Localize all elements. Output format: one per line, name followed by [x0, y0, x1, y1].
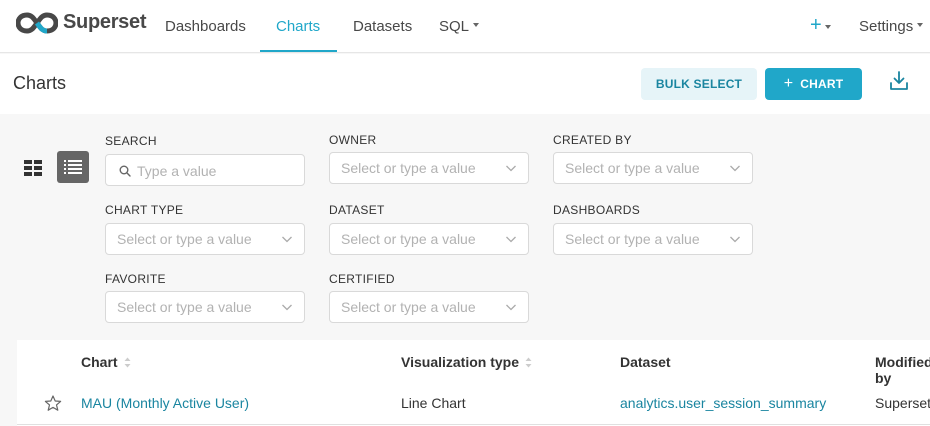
search-input[interactable]: Type a value — [105, 154, 305, 186]
bulk-select-button[interactable]: BULK SELECT — [641, 68, 757, 100]
column-header-chart[interactable]: Chart — [81, 354, 131, 370]
chevron-down-icon — [506, 165, 516, 172]
chevron-down-icon — [917, 23, 924, 28]
certified-select[interactable]: Select or type a value — [329, 291, 529, 323]
active-tab-indicator — [260, 50, 337, 52]
chevron-down-icon — [282, 304, 292, 311]
column-header-viz-type-label: Visualization type — [401, 354, 519, 370]
filter-label-dashboards: DASHBOARDS — [553, 203, 641, 217]
settings-menu[interactable]: Settings — [859, 18, 924, 35]
column-header-modified-by: Modified by — [875, 354, 930, 386]
search-icon — [119, 165, 131, 177]
filter-label-chart-type: CHART TYPE — [105, 203, 184, 217]
dashboards-placeholder: Select or type a value — [565, 231, 700, 247]
chevron-down-icon — [282, 236, 292, 243]
filter-label-created-by: CREATED BY — [553, 133, 632, 147]
chevron-down-icon — [473, 23, 480, 28]
column-header-viz-type[interactable]: Visualization type — [401, 354, 532, 370]
sort-icon — [525, 357, 532, 368]
nav-dashboards[interactable]: Dashboards — [165, 18, 246, 35]
chart-type-select[interactable]: Select or type a value — [105, 223, 305, 255]
certified-placeholder: Select or type a value — [341, 299, 476, 315]
table-row: MAU (Monthly Active User) Line Chart ana… — [17, 385, 930, 425]
filter-label-owner: OWNER — [329, 133, 377, 147]
created-by-select[interactable]: Select or type a value — [553, 152, 753, 184]
modified-by-cell: Superset — [875, 395, 930, 411]
search-placeholder: Type a value — [137, 163, 217, 179]
created-by-placeholder: Select or type a value — [565, 160, 700, 176]
nav-sql-label: SQL — [439, 18, 470, 35]
page-title: Charts — [13, 73, 67, 93]
card-view-toggle[interactable] — [17, 152, 49, 184]
new-item-menu[interactable]: + — [810, 14, 831, 37]
favorite-select[interactable]: Select or type a value — [105, 291, 305, 323]
add-chart-button[interactable]: + CHART — [765, 68, 862, 100]
chart-name-link[interactable]: MAU (Monthly Active User) — [81, 395, 249, 411]
dashboards-select[interactable]: Select or type a value — [553, 223, 753, 255]
list-view-toggle[interactable] — [57, 151, 89, 183]
viz-type-cell: Line Chart — [401, 395, 466, 411]
chevron-down-icon — [824, 24, 831, 29]
card-view-icon — [24, 160, 42, 176]
sort-icon — [124, 357, 131, 368]
filter-label-search: SEARCH — [105, 134, 157, 148]
brand-logo[interactable]: Superset — [16, 11, 146, 34]
dataset-select[interactable]: Select or type a value — [329, 223, 529, 255]
star-icon[interactable] — [44, 395, 62, 412]
dataset-placeholder: Select or type a value — [341, 231, 476, 247]
owner-placeholder: Select or type a value — [341, 160, 476, 176]
filter-label-dataset: DATASET — [329, 203, 385, 217]
nav-datasets[interactable]: Datasets — [353, 18, 412, 35]
chevron-down-icon — [506, 304, 516, 311]
charts-table: Chart Visualization type Dataset Modifie… — [17, 340, 930, 426]
owner-select[interactable]: Select or type a value — [329, 152, 529, 184]
nav-sql[interactable]: SQL — [439, 18, 480, 35]
column-header-dataset: Dataset — [620, 354, 671, 370]
chevron-down-icon — [730, 236, 740, 243]
chevron-down-icon — [730, 165, 740, 172]
chevron-down-icon — [506, 236, 516, 243]
download-icon[interactable] — [888, 70, 910, 95]
dataset-link[interactable]: analytics.user_session_summary — [620, 395, 826, 411]
filter-label-certified: CERTIFIED — [329, 272, 395, 286]
filter-label-favorite: FAVORITE — [105, 272, 166, 286]
plus-icon: + — [783, 75, 794, 92]
favorite-placeholder: Select or type a value — [117, 299, 252, 315]
add-chart-label: CHART — [800, 77, 844, 91]
chart-type-placeholder: Select or type a value — [117, 231, 252, 247]
settings-label: Settings — [859, 18, 914, 35]
plus-icon: + — [810, 14, 822, 36]
brand-name: Superset — [63, 11, 147, 33]
nav-charts[interactable]: Charts — [276, 18, 320, 35]
page-header: Charts BULK SELECT + CHART — [0, 54, 930, 114]
superset-logo-icon — [16, 11, 58, 34]
column-header-chart-label: Chart — [81, 354, 118, 370]
list-view-icon — [64, 160, 82, 174]
top-navbar: Superset Dashboards Charts Datasets SQL … — [0, 0, 930, 53]
